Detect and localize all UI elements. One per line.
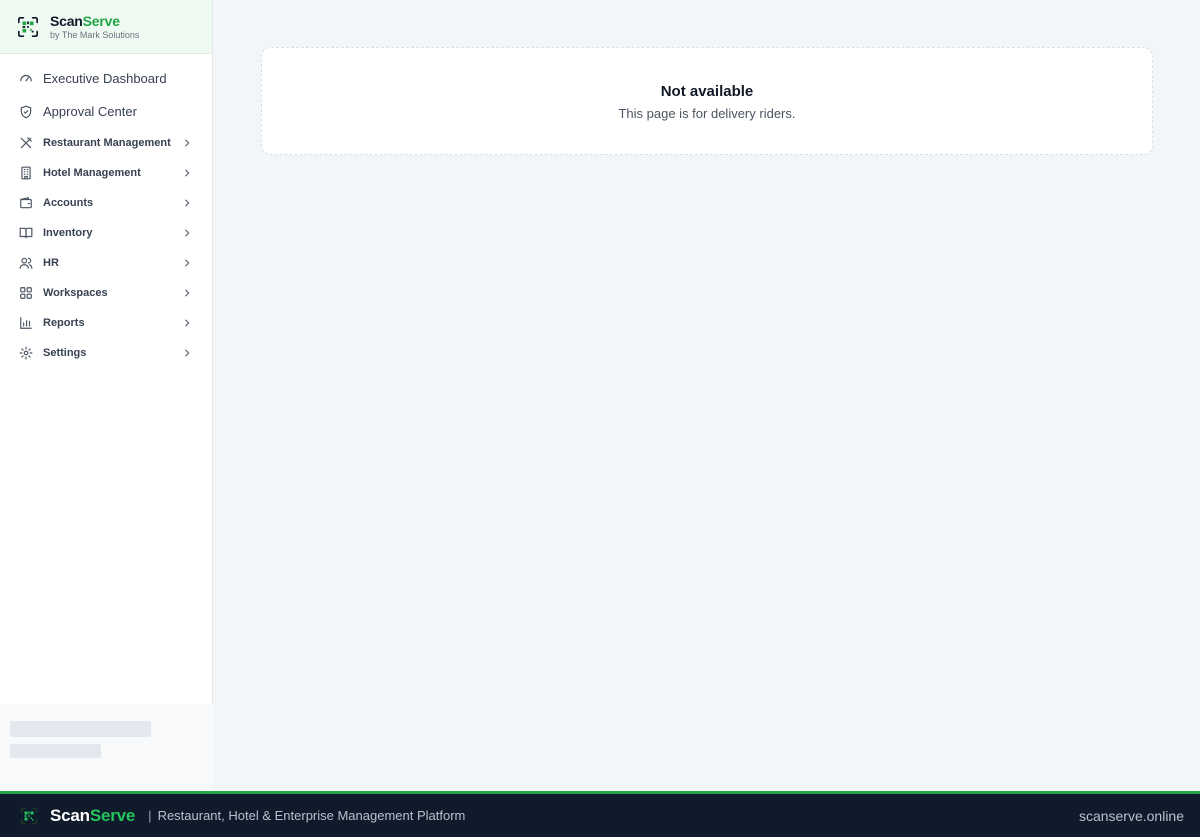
sidebar-item-hr[interactable]: HR — [0, 248, 212, 278]
sidebar-nav: Executive Dashboard Approval Center Rest… — [0, 54, 212, 368]
building-icon — [19, 166, 33, 180]
not-available-card: Not available This page is for delivery … — [261, 47, 1153, 155]
chevron-right-icon — [182, 258, 192, 268]
sidebar-item-label: Approval Center — [43, 104, 137, 119]
sidebar-item-executive-dashboard[interactable]: Executive Dashboard — [0, 62, 212, 95]
footer: ScanServe | Restaurant, Hotel & Enterpri… — [0, 791, 1200, 837]
qr-scan-icon — [18, 16, 38, 37]
grid-icon — [19, 286, 33, 300]
gear-icon — [19, 346, 33, 360]
wallet-icon — [19, 196, 33, 210]
bar-chart-icon — [19, 316, 33, 330]
gauge-icon — [19, 72, 33, 86]
chevron-right-icon — [182, 348, 192, 358]
sidebar-item-label: Executive Dashboard — [43, 71, 167, 86]
chevron-right-icon — [182, 318, 192, 328]
utensils-icon — [19, 136, 33, 150]
sidebar-item-label: Accounts — [43, 197, 94, 209]
page-title: Not available — [660, 83, 754, 100]
page-message: This page is for delivery riders. — [618, 106, 796, 121]
sidebar-item-label: Reports — [43, 317, 85, 329]
brand-header[interactable]: ScanServe by The Mark Solutions — [0, 0, 212, 54]
sidebar-item-label: Inventory — [43, 227, 93, 239]
sidebar-item-accounts[interactable]: Accounts — [0, 188, 212, 218]
chevron-right-icon — [182, 198, 192, 208]
sidebar-item-hotel-management[interactable]: Hotel Management — [0, 158, 212, 188]
brand-subtitle: by The Mark Solutions — [50, 29, 140, 40]
sidebar-item-reports[interactable]: Reports — [0, 308, 212, 338]
users-icon — [19, 256, 33, 270]
sidebar-item-inventory[interactable]: Inventory — [0, 218, 212, 248]
footer-brand[interactable]: ScanServe — [50, 806, 135, 826]
footer-tagline: Restaurant, Hotel & Enterprise Managemen… — [157, 808, 466, 823]
sidebar-item-restaurant-management[interactable]: Restaurant Management — [0, 128, 212, 158]
brand-name: ScanServe — [50, 12, 120, 29]
sidebar-item-label: Restaurant Management — [43, 137, 171, 149]
shield-check-icon — [19, 105, 33, 119]
sidebar-item-settings[interactable]: Settings — [0, 338, 212, 368]
sidebar-item-label: Workspaces — [43, 287, 108, 299]
sidebar-item-workspaces[interactable]: Workspaces — [0, 278, 212, 308]
footer-domain-link[interactable]: scanserve.online — [1079, 808, 1184, 824]
chevron-right-icon — [182, 138, 192, 148]
skeleton-line — [10, 744, 101, 758]
qr-scan-icon — [20, 807, 38, 824]
chevron-right-icon — [182, 168, 192, 178]
footer-separator: | — [148, 808, 152, 823]
sidebar: ScanServe by The Mark Solutions Executiv… — [0, 0, 213, 791]
sidebar-item-label: HR — [43, 257, 59, 269]
book-icon — [19, 226, 33, 240]
user-profile-skeleton — [0, 704, 213, 791]
sidebar-item-approval-center[interactable]: Approval Center — [0, 95, 212, 128]
chevron-right-icon — [182, 228, 192, 238]
sidebar-item-label: Settings — [43, 347, 87, 359]
chevron-right-icon — [182, 288, 192, 298]
sidebar-item-label: Hotel Management — [43, 167, 141, 179]
skeleton-line — [10, 721, 151, 737]
